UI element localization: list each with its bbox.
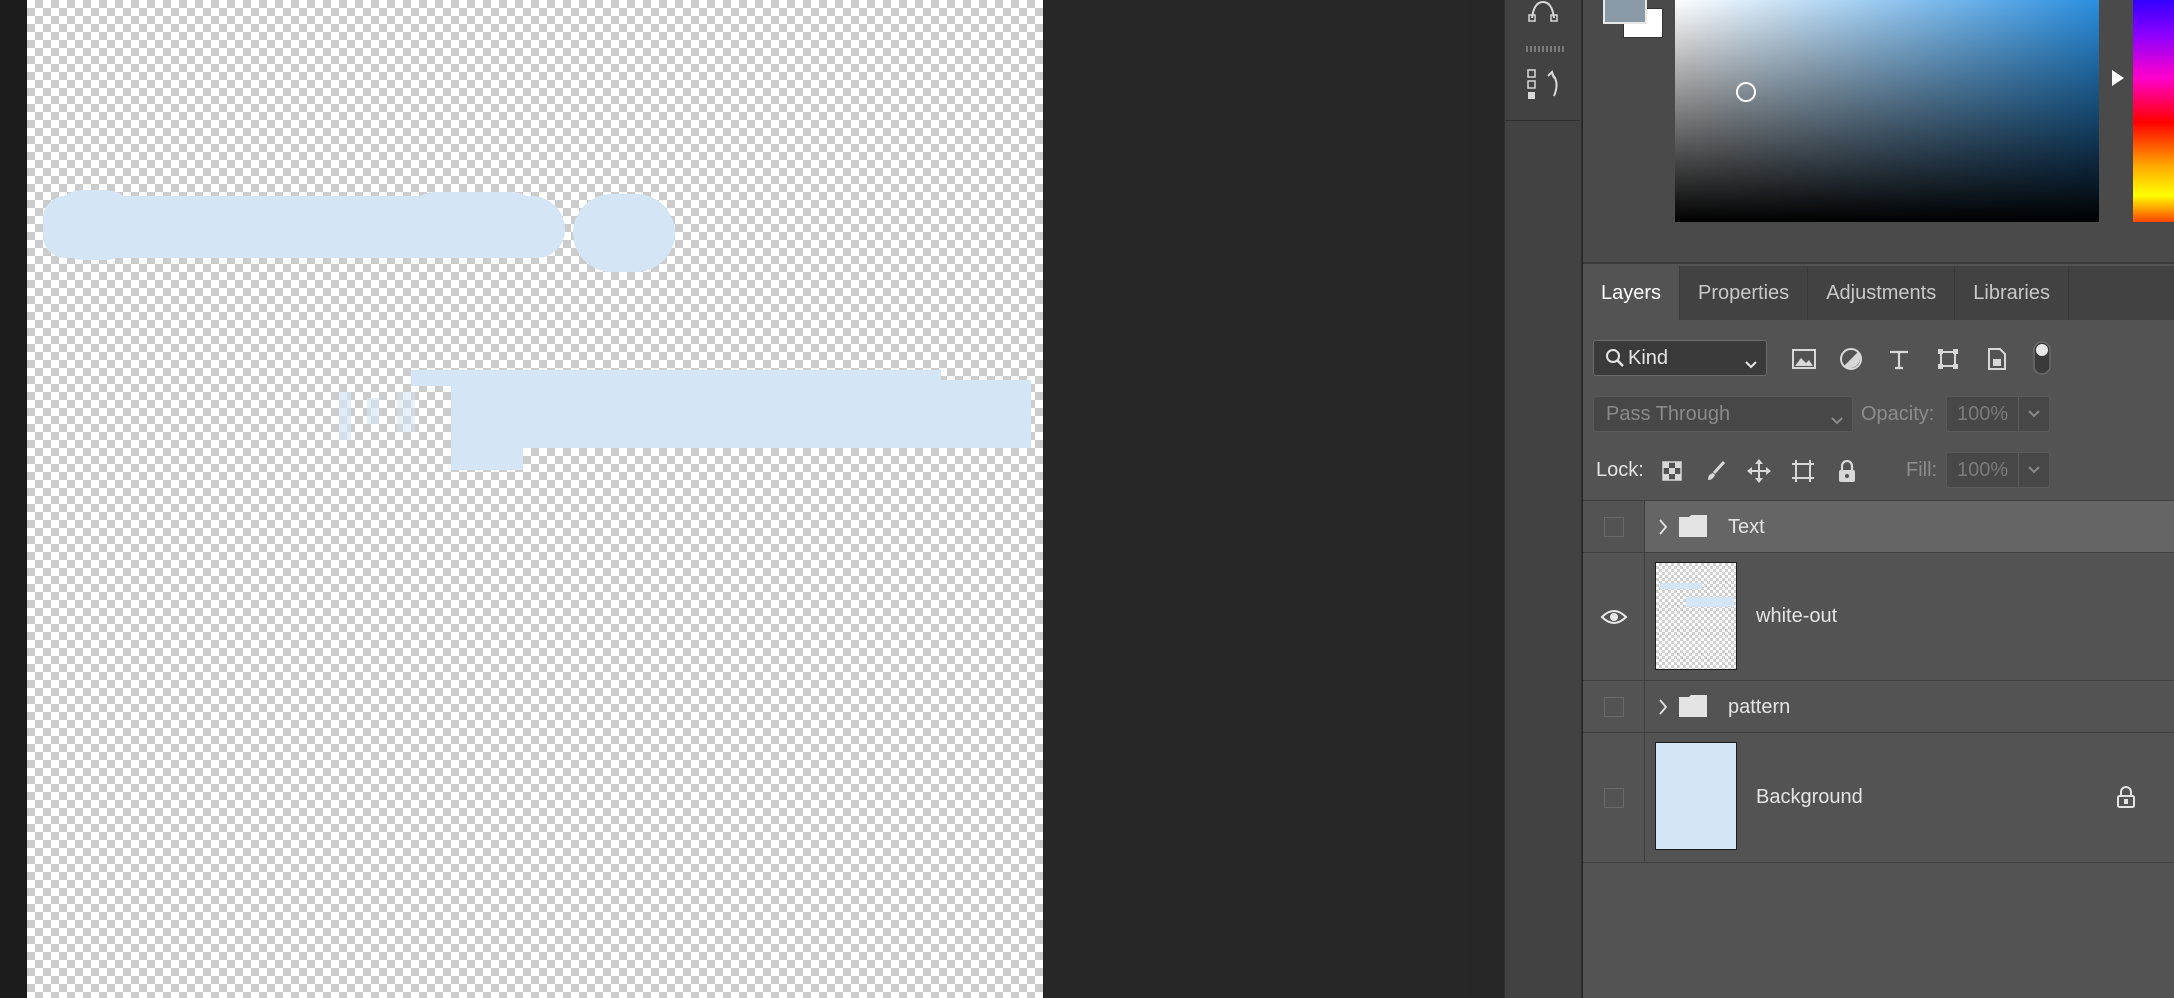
image-filter-icon[interactable] [1789, 344, 1819, 374]
smart-object-filter-icon[interactable] [1982, 344, 2012, 374]
layer-kind-filter[interactable]: Kind [1593, 340, 1767, 376]
layer-name: Background [1756, 786, 1863, 808]
whiteout-shape [451, 380, 1031, 448]
folder-icon [1677, 693, 1709, 719]
layer-thumbnail-white-out [1655, 562, 1737, 670]
hue-slider[interactable] [2133, 0, 2174, 222]
fill-field[interactable]: 100% [1946, 452, 2050, 488]
expand-chevron-icon[interactable] [1657, 517, 1669, 537]
tab-layers[interactable]: Layers [1583, 266, 1681, 320]
layer-visibility-toggle[interactable] [1583, 553, 1645, 680]
history-icon[interactable] [1524, 66, 1564, 106]
lock-pixels-brush-icon[interactable] [1701, 456, 1731, 486]
layer-visibility-toggle[interactable] [1583, 733, 1645, 862]
color-picker-cursor[interactable] [1736, 82, 1756, 102]
whiteout-shape [49, 190, 139, 260]
lock-all-icon[interactable] [1832, 456, 1862, 486]
whiteout-shape [367, 398, 379, 424]
visibility-box [1603, 787, 1624, 808]
eye-icon [1600, 608, 1628, 626]
whiteout-shape [339, 392, 351, 440]
foreground-color-swatch[interactable] [1603, 0, 1647, 24]
search-icon [1604, 347, 1626, 369]
tab-adjustments[interactable]: Adjustments [1808, 266, 1956, 320]
layer-visibility-toggle[interactable] [1583, 681, 1645, 732]
hue-slider-handle[interactable] [2112, 70, 2124, 86]
lock-icon [2115, 785, 2137, 809]
whiteout-shape [407, 192, 547, 248]
adjustment-filter-icon[interactable] [1836, 344, 1866, 374]
layer-row-pattern[interactable]: pattern [1583, 681, 2174, 733]
lock-artboard-icon[interactable] [1788, 456, 1818, 486]
opacity-label: Opacity: [1861, 403, 1935, 425]
color-picker-field[interactable] [1675, 0, 2099, 222]
layer-thumbnail-background [1655, 742, 1737, 850]
filter-toggle-icon[interactable] [2032, 340, 2052, 376]
layer-name: white-out [1756, 605, 1838, 627]
layer-name: pattern [1728, 696, 1791, 718]
tool-options-strip [1504, 0, 1582, 998]
fill-value: 100% [1957, 458, 2009, 481]
document-canvas[interactable] [27, 0, 1043, 998]
whiteout-shape [397, 392, 415, 432]
whiteout-shape [573, 194, 675, 272]
layer-name: Text [1728, 516, 1765, 538]
path-icon[interactable] [1526, 0, 1560, 22]
shape-filter-icon[interactable] [1933, 344, 1963, 374]
type-filter-icon[interactable] [1884, 344, 1914, 374]
expand-chevron-icon[interactable] [1657, 697, 1669, 717]
fill-label: Fill: [1906, 459, 1938, 481]
tab-libraries[interactable]: Libraries [1955, 266, 2069, 320]
visibility-box [1603, 696, 1624, 717]
opacity-value: 100% [1957, 402, 2009, 425]
blend-mode-value: Pass Through [1606, 402, 1731, 425]
layer-visibility-toggle[interactable] [1583, 501, 1645, 552]
folder-icon [1677, 513, 1709, 539]
chevron-down-icon [2018, 397, 2049, 431]
layer-row-text[interactable]: Text [1583, 501, 2174, 553]
blend-mode-select[interactable]: Pass Through [1593, 396, 1853, 432]
lock-transparency-icon[interactable] [1657, 456, 1687, 486]
whiteout-shape [451, 440, 523, 470]
chevron-down-icon [2018, 453, 2049, 487]
lock-label: Lock: [1596, 459, 1644, 481]
visibility-box [1603, 516, 1624, 537]
opacity-field[interactable]: 100% [1946, 396, 2050, 432]
lock-position-move-icon[interactable] [1744, 456, 1774, 486]
chevron-down-icon [1830, 409, 1844, 425]
kind-label: Kind [1628, 346, 1669, 369]
tab-properties[interactable]: Properties [1680, 266, 1809, 320]
grip-handle[interactable] [1526, 46, 1564, 52]
chevron-down-icon [1744, 353, 1758, 369]
canvas-left-margin [0, 0, 27, 998]
tool-separator [1504, 120, 1580, 121]
panel-tabs: Layers Properties Adjustments Libraries [1583, 266, 2174, 320]
